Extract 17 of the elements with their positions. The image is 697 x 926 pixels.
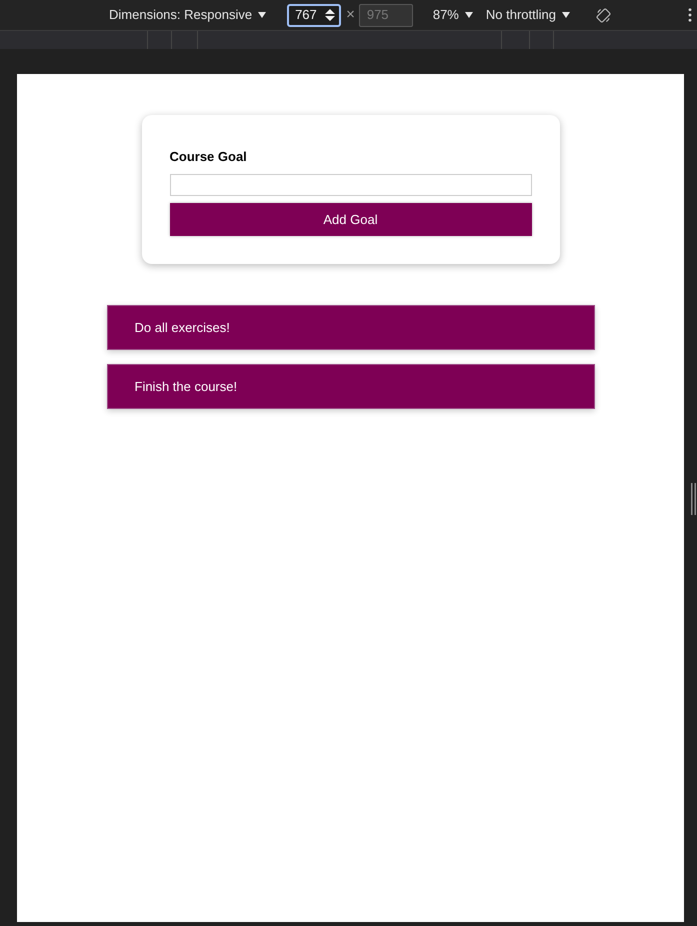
zoom-dropdown[interactable]: 87% bbox=[432, 5, 473, 25]
more-icon[interactable] bbox=[688, 8, 692, 22]
rotate-icon[interactable] bbox=[596, 8, 611, 22]
add-goal-button[interactable]: Add Goal bbox=[170, 203, 532, 236]
spinner-icon[interactable] bbox=[325, 9, 336, 21]
dimensions-dropdown[interactable]: Dimensions: Responsive bbox=[109, 5, 266, 25]
caret-icon bbox=[562, 12, 570, 18]
caret-icon bbox=[258, 12, 266, 18]
goal-item: Finish the course! bbox=[106, 364, 594, 409]
width-field[interactable]: 767 bbox=[287, 4, 342, 26]
resize-handle[interactable] bbox=[691, 483, 696, 515]
field-label: Course Goal bbox=[170, 149, 248, 165]
times-sign: × bbox=[346, 4, 355, 25]
goal-input[interactable] bbox=[170, 174, 532, 196]
caret-icon bbox=[464, 12, 473, 18]
throttling-dropdown[interactable]: No throttling bbox=[486, 5, 570, 25]
goal-item: Do all exercises! bbox=[106, 305, 594, 350]
